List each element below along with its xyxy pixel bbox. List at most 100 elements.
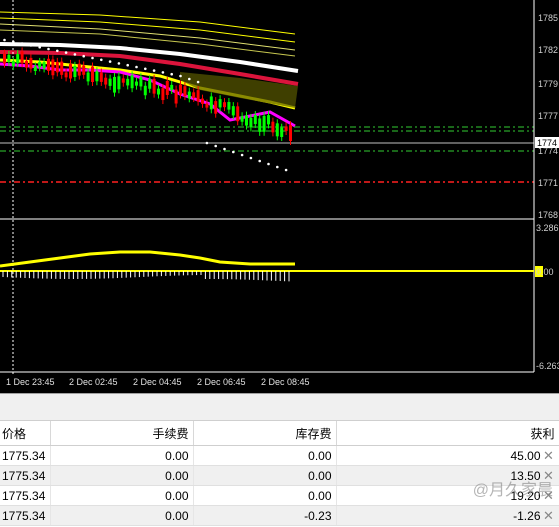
- indicator-zero-label: 0.00: [536, 267, 554, 277]
- cell-profit: -1.26 ✕: [336, 505, 559, 526]
- candle-body: [157, 88, 160, 95]
- candle-body: [82, 65, 86, 75]
- price-label: 1768: [538, 210, 558, 220]
- candle-body: [55, 61, 59, 73]
- candle-body: [183, 86, 187, 97]
- candle-body: [161, 88, 165, 101]
- price-pane: [0, 0, 534, 375]
- psar-dot: [126, 63, 129, 67]
- price-label: 1785: [538, 13, 558, 23]
- cell-swap: 0.00: [193, 445, 337, 466]
- psar-dot: [73, 53, 77, 56]
- candle-body: [73, 65, 77, 78]
- psar-dot: [152, 69, 156, 72]
- column-header-swap[interactable]: 库存费: [193, 421, 337, 446]
- candle-body: [253, 114, 257, 124]
- psar-dot: [12, 40, 15, 44]
- psar-dot: [3, 38, 6, 42]
- price-chart[interactable]: 1785 1782 1779 1777 1774 1771 1768 1774 …: [0, 0, 559, 393]
- time-label: 2 Dec 02:45: [69, 377, 118, 387]
- psar-dot: [258, 159, 262, 163]
- watermark: @月久家晨: [472, 482, 553, 499]
- psar-dot: [29, 44, 33, 47]
- column-header-commission[interactable]: 手续费: [50, 421, 194, 446]
- candle-body: [218, 99, 222, 108]
- candle-body: [135, 81, 138, 86]
- candle-body: [192, 92, 196, 98]
- candle-body: [117, 76, 121, 90]
- table-row[interactable]: 1775.34 0.00 -0.23 -1.26 ✕: [0, 505, 559, 526]
- column-header-profit[interactable]: 获利: [336, 421, 559, 446]
- psar-dot: [135, 65, 138, 69]
- signal-line: [0, 250, 295, 268]
- current-price-tag: 1774: [537, 138, 557, 148]
- candle-body: [143, 85, 147, 96]
- column-header-price[interactable]: 价格: [0, 421, 51, 446]
- cell-commission: 0.00: [50, 445, 194, 466]
- candle-body: [42, 62, 46, 69]
- candle-body: [179, 84, 182, 95]
- candle-body: [77, 63, 81, 76]
- candle-body: [91, 66, 94, 82]
- candle-body: [209, 96, 213, 110]
- price-label: 1777: [538, 111, 558, 121]
- psar-dot: [91, 56, 94, 60]
- psar-dot: [179, 74, 182, 78]
- close-icon[interactable]: ✕: [543, 508, 555, 524]
- candle-body: [38, 61, 42, 68]
- psar-dot: [64, 51, 68, 54]
- candle-body: [33, 66, 37, 71]
- candle-body: [271, 121, 275, 133]
- candle-body: [214, 101, 218, 114]
- chart-canvas[interactable]: 1785 1782 1779 1777 1774 1771 1768 1774 …: [0, 0, 559, 393]
- psar-dot: [223, 147, 226, 151]
- close-icon[interactable]: ✕: [543, 448, 555, 464]
- psar-dot: [108, 60, 112, 63]
- price-label: 1779: [538, 79, 558, 89]
- psar-dot: [240, 153, 244, 157]
- candle-body: [86, 72, 90, 82]
- candle-body: [7, 54, 11, 62]
- candle-body: [196, 90, 200, 102]
- candle-body: [148, 79, 152, 89]
- psar-dot: [284, 168, 288, 172]
- table-row[interactable]: 1775.34 0.00 0.00 45.00 ✕: [0, 445, 559, 466]
- price-label: 1771: [538, 178, 558, 188]
- candle-body: [201, 98, 204, 104]
- psar-dot: [188, 77, 191, 81]
- terminal-panel: 价格 手续费 库存费 获利 1775.34 0.00 0.00 45.00 ✕ 1…: [0, 393, 559, 527]
- candle-body: [245, 115, 248, 126]
- candle-body: [20, 51, 24, 64]
- candle-body: [227, 101, 231, 110]
- cell-swap: -0.23: [193, 505, 337, 526]
- cell-price: 1775.34: [0, 505, 51, 526]
- psar-dot: [205, 141, 209, 145]
- cell-price: 1775.34: [0, 485, 51, 506]
- candle-body: [126, 78, 130, 86]
- candle-body: [69, 63, 72, 79]
- candle-body: [130, 75, 134, 89]
- psar-dot: [161, 71, 165, 74]
- psar-dot: [20, 42, 24, 45]
- psar-dot: [196, 80, 200, 84]
- indicator-pane: [0, 250, 534, 282]
- indicator-min-label: -6.263: [536, 361, 559, 371]
- cell-profit: 45.00 ✕: [336, 445, 559, 466]
- candle-body: [236, 106, 240, 122]
- candle-body: [240, 116, 244, 122]
- candle-body: [3, 53, 6, 64]
- cell-commission: 0.00: [50, 465, 194, 486]
- candle-body: [280, 127, 284, 137]
- profit-value: 45.00: [510, 448, 541, 463]
- time-label: 1 Dec 23:45: [6, 377, 55, 387]
- candle-body: [152, 78, 156, 94]
- candle-body: [284, 126, 288, 132]
- price-label: 1782: [538, 45, 558, 55]
- candle-body: [258, 118, 262, 132]
- cell-swap: 0.00: [193, 485, 337, 506]
- candle-body: [249, 117, 253, 128]
- candle-body: [174, 89, 178, 104]
- candle-body: [47, 58, 50, 71]
- candle-body: [289, 125, 292, 142]
- time-label: 2 Dec 06:45: [197, 377, 246, 387]
